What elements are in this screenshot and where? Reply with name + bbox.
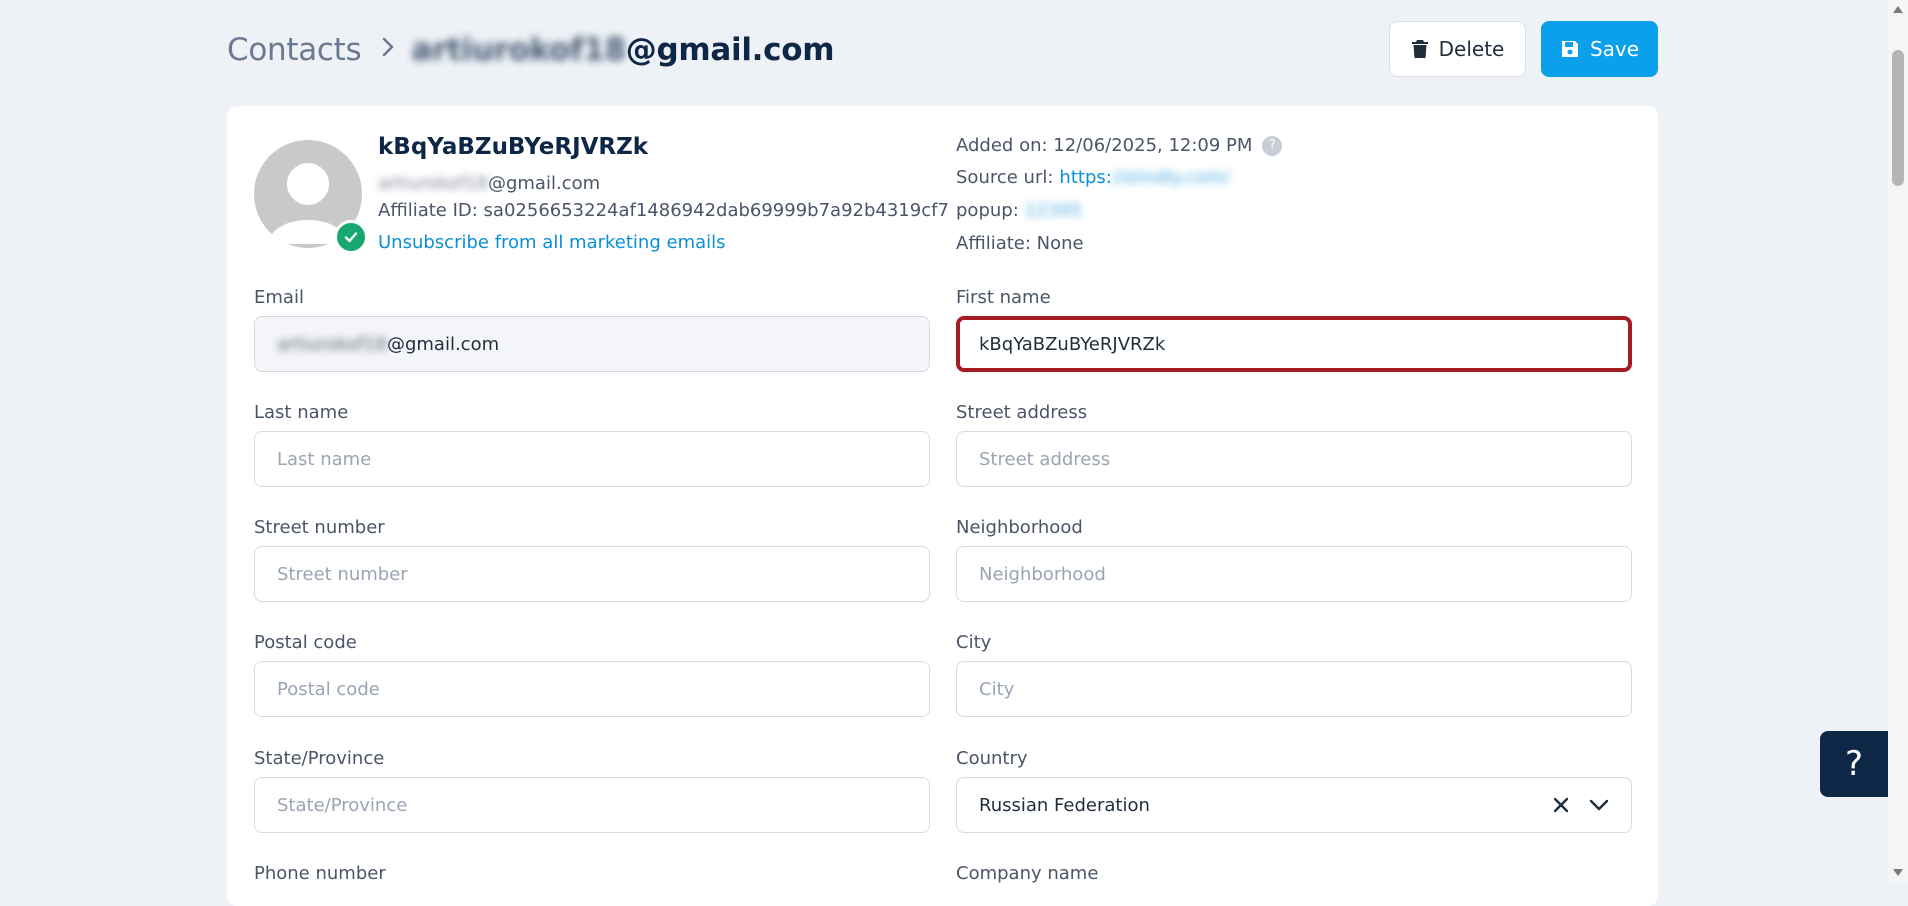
last-name-label: Last name	[254, 402, 349, 423]
affiliate-id: Affiliate ID: sa0256653224af1486942dab69…	[378, 200, 949, 221]
save-button[interactable]: Save	[1541, 21, 1658, 77]
country-value: Russian Federation	[979, 794, 1150, 816]
city-label: City	[956, 632, 992, 653]
scroll-down-arrow[interactable]	[1893, 869, 1903, 876]
last-name-field[interactable]	[254, 431, 930, 487]
neighborhood-label: Neighborhood	[956, 517, 1083, 538]
help-icon[interactable]: ?	[1262, 135, 1283, 156]
popup-label: popup:	[956, 200, 1019, 221]
email-field: artiurokof18 @gmail.com	[254, 316, 930, 372]
neighborhood-input[interactable]	[979, 563, 1609, 585]
trash-icon	[1411, 40, 1428, 58]
neighborhood-field[interactable]	[956, 546, 1632, 602]
source-url: Source url: https://slindly.com/	[956, 167, 1230, 188]
country-select[interactable]: Russian Federation	[956, 777, 1632, 833]
state-input[interactable]	[277, 794, 907, 816]
scroll-thumb[interactable]	[1892, 50, 1904, 186]
street-address-input[interactable]	[979, 448, 1609, 470]
street-number-label: Street number	[254, 517, 385, 538]
save-button-label: Save	[1589, 37, 1640, 61]
email-field-domain: @gmail.com	[386, 333, 500, 355]
first-name-input[interactable]	[979, 333, 1609, 355]
street-number-input[interactable]	[277, 563, 907, 585]
source-url-link[interactable]: https://slindly.com/	[1059, 167, 1229, 188]
breadcrumb: Contacts artiurokof18@gmail.com	[227, 22, 835, 78]
added-on-text: Added on: 12/06/2025, 12:09 PM	[956, 135, 1253, 156]
street-number-field[interactable]	[254, 546, 930, 602]
blurred-email-local: artiurokof18	[411, 32, 626, 68]
breadcrumb-contacts-link[interactable]: Contacts	[227, 32, 362, 68]
breadcrumb-email-domain: @gmail.com	[625, 32, 835, 68]
breadcrumb-current: artiurokof18@gmail.com	[411, 32, 834, 68]
country-label: Country	[956, 748, 1028, 769]
phone-label: Phone number	[254, 863, 386, 884]
source-url-label: Source url:	[956, 167, 1054, 188]
scroll-up-arrow[interactable]	[1893, 6, 1903, 13]
clear-icon[interactable]	[1553, 797, 1569, 813]
added-on: Added on: 12/06/2025, 12:09 PM ?	[956, 135, 1283, 156]
contact-email-domain: @gmail.com	[487, 173, 601, 194]
first-name-field[interactable]	[956, 316, 1632, 372]
affiliate: Affiliate: None	[956, 233, 1084, 254]
state-field[interactable]	[254, 777, 930, 833]
scrollbar[interactable]	[1888, 0, 1908, 882]
chevron-down-icon[interactable]	[1589, 798, 1609, 812]
delete-button[interactable]: Delete	[1389, 21, 1526, 77]
street-address-field[interactable]	[956, 431, 1632, 487]
unsubscribe-link[interactable]: Unsubscribe from all marketing emails	[378, 232, 726, 253]
blurred-email-local: artiurokof18	[378, 173, 488, 194]
first-name-label: First name	[956, 287, 1051, 308]
company-label: Company name	[956, 863, 1099, 884]
popup: popup: 12345	[956, 200, 1082, 221]
delete-button-label: Delete	[1438, 37, 1505, 61]
blurred-email-local: artiurokof18	[277, 333, 387, 355]
help-button[interactable]: ?	[1820, 731, 1888, 797]
contact-name: kBqYaBZuBYeRJVRZk	[378, 134, 649, 160]
street-address-label: Street address	[956, 402, 1088, 423]
chevron-right-icon	[381, 35, 395, 65]
contact-email: artiurokof18@gmail.com	[378, 173, 600, 194]
state-label: State/Province	[254, 748, 385, 769]
source-url-link-text: https:	[1059, 167, 1112, 188]
last-name-input[interactable]	[277, 448, 907, 470]
city-input[interactable]	[979, 678, 1609, 700]
postal-code-input[interactable]	[277, 678, 907, 700]
verified-badge	[334, 220, 368, 254]
city-field[interactable]	[956, 661, 1632, 717]
postal-code-field[interactable]	[254, 661, 930, 717]
check-icon	[344, 232, 358, 243]
postal-code-label: Postal code	[254, 632, 357, 653]
save-icon	[1561, 41, 1578, 57]
popup-link[interactable]: 12345	[1025, 200, 1082, 221]
email-label: Email	[254, 287, 304, 308]
source-url-blurred: //slindly.com/	[1111, 167, 1230, 188]
